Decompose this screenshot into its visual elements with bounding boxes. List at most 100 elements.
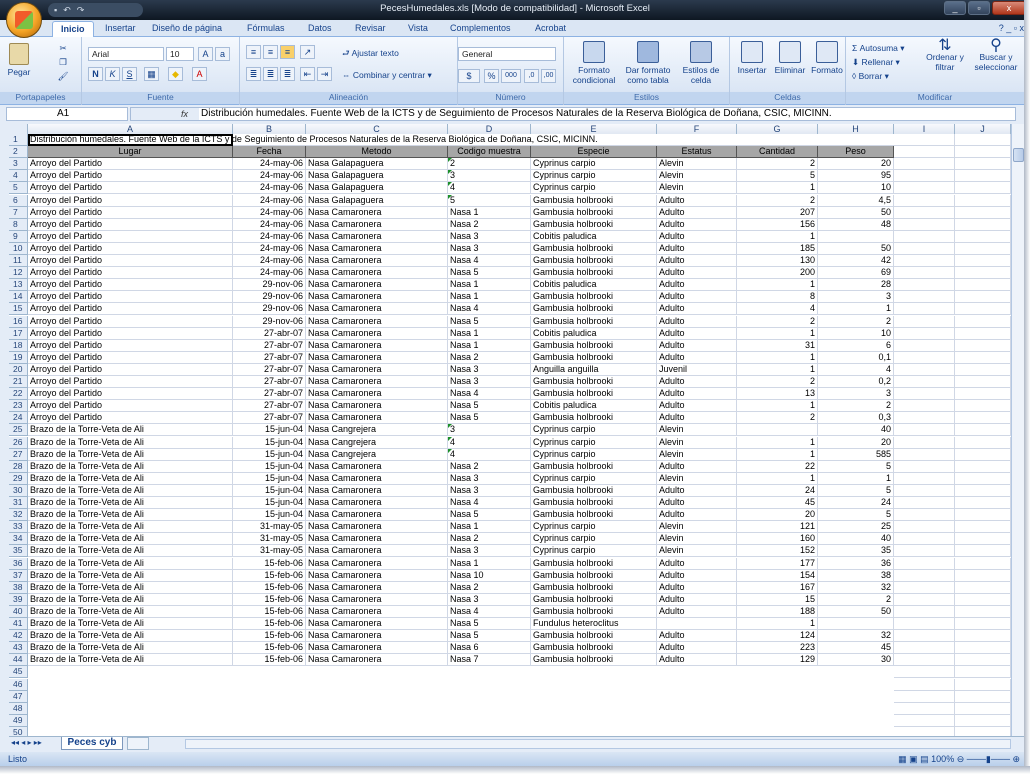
table-cell[interactable]: Adulto xyxy=(657,557,737,570)
maximize-button[interactable]: ▫ xyxy=(968,1,990,15)
table-cell[interactable]: 40 xyxy=(818,533,894,546)
tab-acrobat[interactable]: Acrobat xyxy=(535,23,566,33)
empty-cell[interactable] xyxy=(894,593,955,606)
autosum-button[interactable]: Σ Autosuma ▾ xyxy=(852,43,905,53)
row-header[interactable]: 5 xyxy=(9,182,28,195)
align-middle-icon[interactable]: ≡ xyxy=(263,45,278,59)
table-cell[interactable]: Arroyo del Partido xyxy=(28,279,233,292)
table-cell[interactable] xyxy=(818,618,894,631)
row-header[interactable]: 3 xyxy=(9,158,28,171)
table-cell[interactable]: 4 xyxy=(448,448,531,461)
table-cell[interactable]: 31-may-05 xyxy=(233,521,306,534)
table-cell[interactable]: Nasa Camaronera xyxy=(306,291,448,304)
table-cell[interactable]: Nasa 5 xyxy=(448,509,531,522)
header-cell[interactable]: Fecha xyxy=(233,146,306,159)
table-cell[interactable]: Brazo de la Torre-Veta de Ali xyxy=(28,521,233,534)
table-cell[interactable]: Nasa Galapaguera xyxy=(306,170,448,183)
table-cell[interactable]: 31-may-05 xyxy=(233,533,306,546)
table-cell[interactable]: Alevin xyxy=(657,521,737,534)
table-cell[interactable]: Gambusia holbrooki xyxy=(531,630,657,643)
horizontal-scrollbar[interactable] xyxy=(185,739,1011,749)
empty-cell[interactable] xyxy=(955,255,1011,268)
table-cell[interactable]: 45 xyxy=(818,642,894,655)
table-cell[interactable]: Arroyo del Partido xyxy=(28,255,233,268)
table-cell[interactable]: Nasa Camaronera xyxy=(306,303,448,316)
sort-filter-button[interactable]: ⇅ Ordenar y filtrar xyxy=(922,38,968,73)
table-cell[interactable]: 1 xyxy=(737,351,818,364)
empty-cell[interactable] xyxy=(955,690,1011,703)
table-cell[interactable]: Gambusia holbrooki xyxy=(531,509,657,522)
table-cell[interactable]: Nasa 2 xyxy=(448,460,531,473)
table-cell[interactable]: Alevin xyxy=(657,448,737,461)
row-header[interactable]: 22 xyxy=(9,388,28,401)
table-cell[interactable]: 1 xyxy=(737,436,818,449)
row-header[interactable]: 36 xyxy=(9,557,28,570)
row-header[interactable]: 19 xyxy=(9,351,28,364)
table-cell[interactable]: Nasa 4 xyxy=(448,388,531,401)
align-left-icon[interactable]: ≣ xyxy=(246,67,261,81)
table-cell[interactable]: Adulto xyxy=(657,242,737,255)
row-header[interactable]: 38 xyxy=(9,581,28,594)
table-cell[interactable]: 1 xyxy=(737,618,818,631)
table-cell[interactable]: 31-may-05 xyxy=(233,545,306,558)
table-cell[interactable] xyxy=(657,618,737,631)
table-cell[interactable]: Brazo de la Torre-Veta de Ali xyxy=(28,593,233,606)
table-cell[interactable]: Nasa Camaronera xyxy=(306,654,448,667)
table-cell[interactable]: Nasa Camaronera xyxy=(306,545,448,558)
table-cell[interactable]: Nasa 4 xyxy=(448,255,531,268)
table-cell[interactable]: Nasa Camaronera xyxy=(306,557,448,570)
table-cell[interactable]: Nasa 1 xyxy=(448,291,531,304)
column-header-b[interactable]: B xyxy=(233,124,306,134)
row-header[interactable]: 23 xyxy=(9,400,28,413)
empty-cell[interactable] xyxy=(955,702,1011,715)
row-header[interactable]: 20 xyxy=(9,363,28,376)
table-cell[interactable]: Alevin xyxy=(657,424,737,437)
table-cell[interactable]: Juvenil xyxy=(657,363,737,376)
row-header[interactable]: 9 xyxy=(9,230,28,243)
table-cell[interactable]: Nasa 5 xyxy=(448,618,531,631)
table-cell[interactable]: Nasa 3 xyxy=(448,545,531,558)
table-cell[interactable]: Brazo de la Torre-Veta de Ali xyxy=(28,472,233,485)
table-cell[interactable]: Gambusia holbrooki xyxy=(531,605,657,618)
table-cell[interactable]: Arroyo del Partido xyxy=(28,388,233,401)
table-cell[interactable]: Arroyo del Partido xyxy=(28,182,233,195)
column-header-f[interactable]: F xyxy=(657,124,737,134)
row-header[interactable]: 29 xyxy=(9,472,28,485)
table-cell[interactable]: Nasa 1 xyxy=(448,327,531,340)
table-cell[interactable]: Arroyo del Partido xyxy=(28,206,233,219)
table-cell[interactable]: 152 xyxy=(737,545,818,558)
table-cell[interactable]: 0,2 xyxy=(818,376,894,389)
table-cell[interactable]: Brazo de la Torre-Veta de Ali xyxy=(28,654,233,667)
empty-cell[interactable] xyxy=(955,630,1011,643)
table-cell[interactable]: Adulto xyxy=(657,376,737,389)
format-cells-button[interactable]: Formato xyxy=(810,41,844,75)
table-cell[interactable]: 2 xyxy=(448,158,531,171)
row-header[interactable]: 30 xyxy=(9,484,28,497)
empty-cell[interactable] xyxy=(955,194,1011,207)
find-select-button[interactable]: ⚲ Buscar y seleccionar xyxy=(970,38,1022,73)
bold-button[interactable]: N xyxy=(88,67,103,81)
table-cell[interactable]: Adulto xyxy=(657,267,737,280)
empty-cell[interactable] xyxy=(955,642,1011,655)
table-cell[interactable]: 29-nov-06 xyxy=(233,315,306,328)
empty-cell[interactable] xyxy=(894,400,955,413)
conditional-format-button[interactable]: Formato condicional xyxy=(568,41,620,85)
table-cell[interactable]: 10 xyxy=(818,327,894,340)
table-cell[interactable]: 27-abr-07 xyxy=(233,400,306,413)
table-cell[interactable]: Adulto xyxy=(657,194,737,207)
table-cell[interactable]: 15 xyxy=(737,593,818,606)
table-cell[interactable]: Nasa Cangrejera xyxy=(306,448,448,461)
align-top-icon[interactable]: ≡ xyxy=(246,45,261,59)
table-cell[interactable]: Adulto xyxy=(657,400,737,413)
empty-cell[interactable] xyxy=(894,376,955,389)
table-cell[interactable]: Nasa 3 xyxy=(448,363,531,376)
table-cell[interactable]: 160 xyxy=(737,533,818,546)
tab-revisar[interactable]: Revisar xyxy=(355,23,386,33)
table-cell[interactable]: 200 xyxy=(737,267,818,280)
row-header[interactable]: 46 xyxy=(9,678,28,691)
table-cell[interactable]: 15-jun-04 xyxy=(233,484,306,497)
row-header[interactable]: 2 xyxy=(9,146,28,159)
table-cell[interactable]: Adulto xyxy=(657,315,737,328)
table-cell[interactable]: Alevin xyxy=(657,170,737,183)
table-cell[interactable]: 27-abr-07 xyxy=(233,327,306,340)
